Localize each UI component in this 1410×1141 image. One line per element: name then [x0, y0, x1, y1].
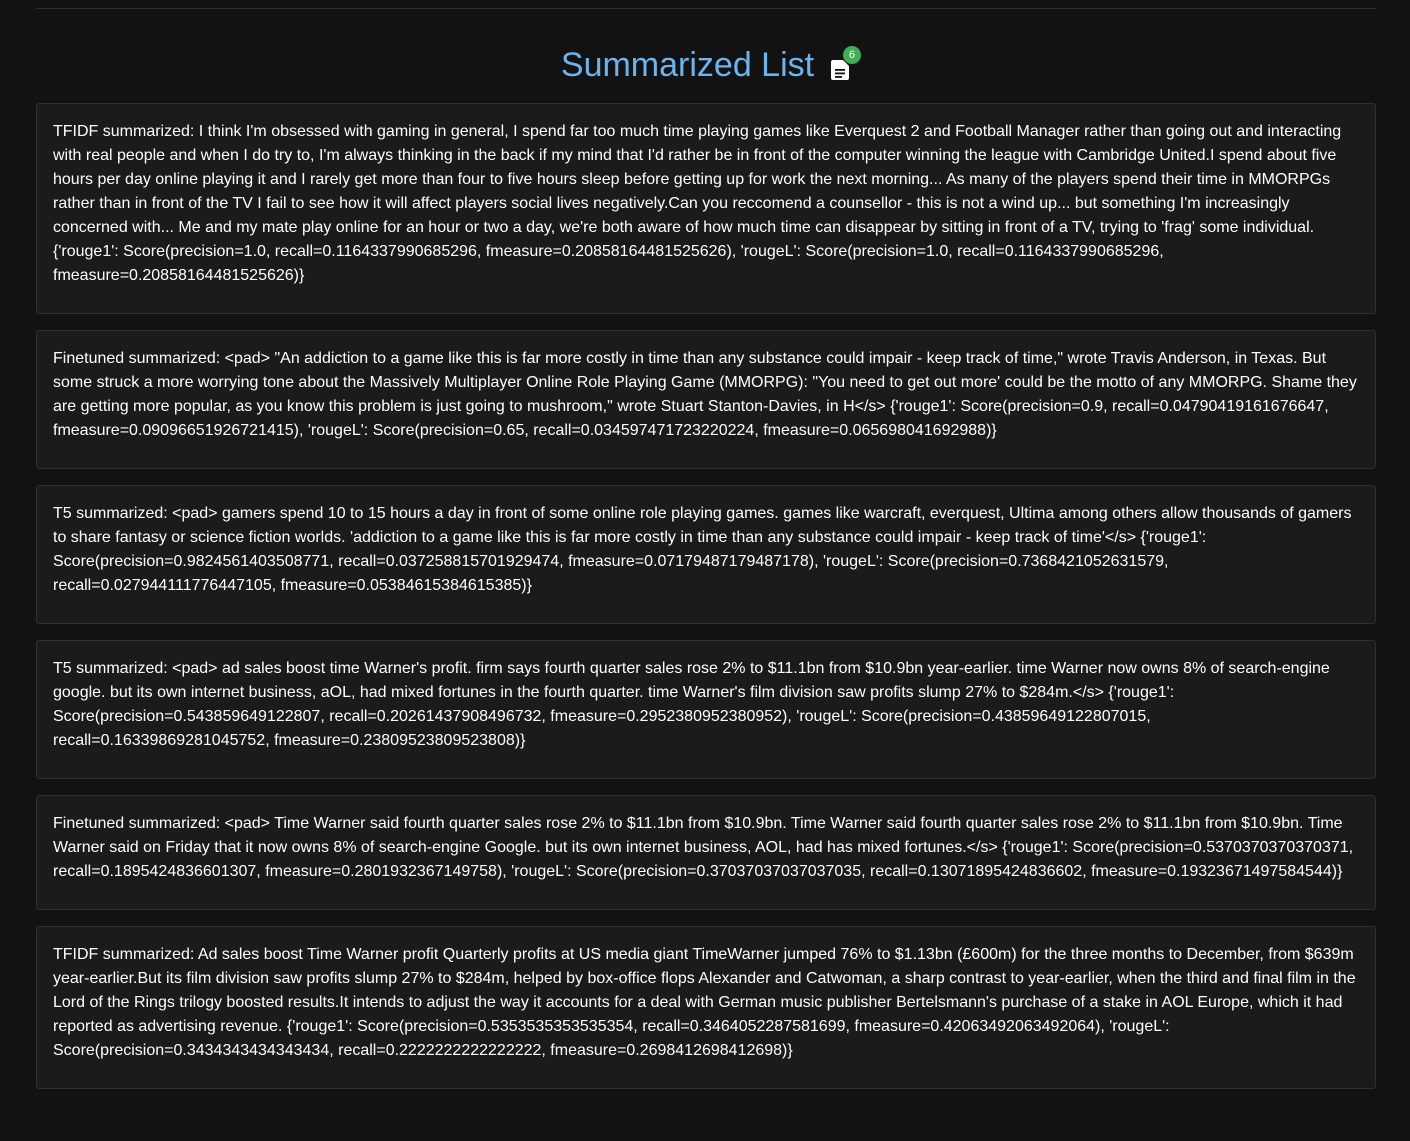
- top-divider: [36, 8, 1376, 9]
- summary-text: TFIDF summarized: I think I'm obsessed w…: [53, 123, 1342, 284]
- summary-card: T5 summarized: <pad> gamers spend 10 to …: [36, 485, 1376, 624]
- summary-text: Finetuned summarized: <pad> Time Warner …: [53, 815, 1354, 880]
- summary-card: TFIDF summarized: Ad sales boost Time Wa…: [36, 926, 1376, 1089]
- summary-text: T5 summarized: <pad> gamers spend 10 to …: [53, 505, 1352, 594]
- summary-list-icon-group[interactable]: 6: [831, 46, 862, 80]
- summary-list: TFIDF summarized: I think I'm obsessed w…: [36, 103, 1376, 1105]
- page-header: Summarized List 6: [0, 40, 1410, 90]
- summary-text: Finetuned summarized: <pad> "An addictio…: [53, 350, 1357, 439]
- document-list-icon: [831, 60, 850, 80]
- summary-text: TFIDF summarized: Ad sales boost Time Wa…: [53, 946, 1356, 1059]
- summary-text: T5 summarized: <pad> ad sales boost time…: [53, 660, 1330, 749]
- summary-card: TFIDF summarized: I think I'm obsessed w…: [36, 103, 1376, 314]
- summary-card: T5 summarized: <pad> ad sales boost time…: [36, 640, 1376, 779]
- page-title: Summarized List: [560, 46, 815, 84]
- summary-card: Finetuned summarized: <pad> Time Warner …: [36, 795, 1376, 910]
- summary-card: Finetuned summarized: <pad> "An addictio…: [36, 330, 1376, 469]
- count-badge: 6: [843, 46, 862, 64]
